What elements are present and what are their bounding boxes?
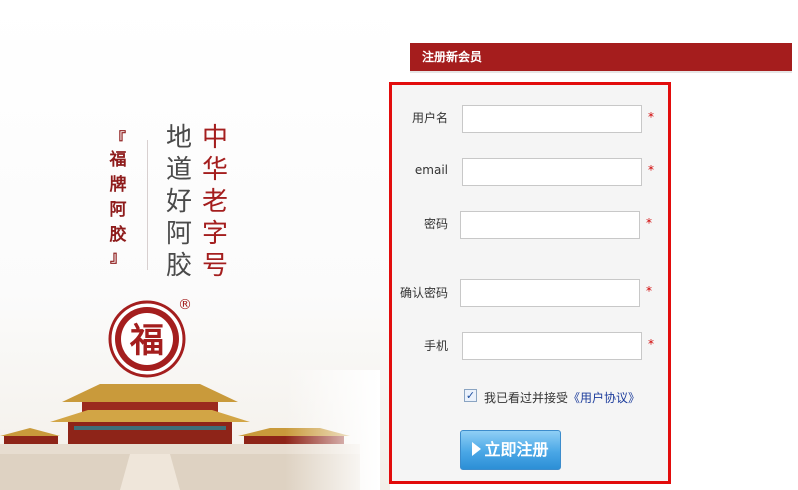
email-label: email xyxy=(414,163,448,177)
fu-seal-logo: 福 xyxy=(108,300,186,378)
agreement-text: 我已看过并接受《用户协议》 xyxy=(484,389,640,406)
password-label: 密码 xyxy=(423,217,448,231)
username-label: 用户名 xyxy=(411,111,448,125)
phone-field[interactable] xyxy=(462,332,642,360)
brand-slogan: 『 福牌阿胶 』 xyxy=(103,130,133,266)
username-field[interactable] xyxy=(462,105,642,133)
phone-required-mark: * xyxy=(648,337,654,351)
password-field[interactable] xyxy=(460,211,640,239)
register-submit-button[interactable]: 立即注册 xyxy=(460,430,561,470)
email-required-mark: * xyxy=(648,163,654,177)
confirm-password-field[interactable] xyxy=(460,279,640,307)
slogan-bracket-close: 』 xyxy=(109,247,126,266)
confirm-password-label: 确认密码 xyxy=(399,286,448,300)
header-divider xyxy=(410,71,792,73)
username-required-mark: * xyxy=(648,110,654,124)
confirm-password-required-mark: * xyxy=(646,284,652,298)
palace-illustration xyxy=(0,370,380,490)
register-button-label: 立即注册 xyxy=(484,440,549,459)
phone-label: 手机 xyxy=(423,339,448,353)
user-agreement-link[interactable]: 《用户协议》 xyxy=(568,391,640,405)
agreement-prefix: 我已看过并接受 xyxy=(484,391,569,405)
motto-column-2: 中华老字号 xyxy=(201,123,228,281)
registered-mark: ® xyxy=(178,297,192,313)
seal-char: 福 xyxy=(129,321,164,361)
password-required-mark: * xyxy=(646,216,652,230)
register-header: 注册新会员 xyxy=(410,43,792,71)
email-field[interactable] xyxy=(462,158,642,186)
divider-line xyxy=(147,140,148,270)
agreement-checkbox[interactable]: ✓ xyxy=(464,389,477,402)
play-arrow-icon xyxy=(472,442,482,456)
slogan-text: 福牌阿胶 xyxy=(109,150,127,245)
slogan-bracket-open: 『 xyxy=(109,129,126,148)
motto-column-1: 地道好阿胶 xyxy=(165,123,192,281)
